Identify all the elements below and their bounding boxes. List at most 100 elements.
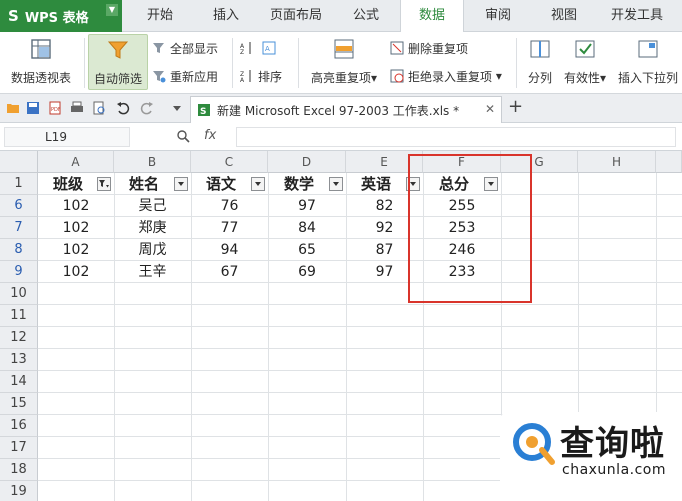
validation-button[interactable]: 有效性▾ bbox=[560, 38, 610, 86]
cell-chinese[interactable]: 94 bbox=[191, 239, 268, 261]
sort-label: 排序 bbox=[258, 69, 283, 84]
chevron-down-icon[interactable] bbox=[170, 101, 184, 115]
gridline bbox=[38, 370, 682, 371]
formula-input[interactable] bbox=[236, 127, 676, 147]
cell-name[interactable]: 周戊 bbox=[114, 239, 191, 261]
cell-math[interactable]: 84 bbox=[268, 217, 346, 239]
row-header-13[interactable]: 13 bbox=[0, 349, 38, 371]
cell-math[interactable]: 97 bbox=[268, 195, 346, 217]
cell-chinese[interactable]: 77 bbox=[191, 217, 268, 239]
row-header-6[interactable]: 6 bbox=[0, 195, 38, 217]
row-header-19[interactable]: 19 bbox=[0, 481, 38, 501]
row-header-17[interactable]: 17 bbox=[0, 437, 38, 459]
document-tab[interactable]: S 新建 Microsoft Excel 97-2003 工作表.xls * ✕ bbox=[190, 96, 502, 123]
redo-icon[interactable] bbox=[140, 101, 154, 115]
header-cell-class[interactable]: 班级 bbox=[38, 173, 98, 195]
undo-icon[interactable] bbox=[116, 101, 130, 115]
new-tab-button[interactable]: + bbox=[508, 96, 523, 117]
header-cell-math[interactable]: 数学 bbox=[268, 173, 330, 195]
column-header-d[interactable]: D bbox=[268, 151, 346, 173]
reject-duplicates-icon bbox=[390, 69, 404, 83]
split-column-button[interactable]: 分列 bbox=[522, 38, 558, 86]
row-header-1[interactable]: 1 bbox=[0, 173, 38, 195]
open-folder-icon[interactable] bbox=[6, 101, 20, 115]
sort-button[interactable]: ZA 排序 bbox=[240, 66, 282, 86]
row-header-11[interactable]: 11 bbox=[0, 305, 38, 327]
validation-icon bbox=[575, 40, 595, 58]
row-header-8[interactable]: 8 bbox=[0, 239, 38, 261]
reapply-button[interactable]: 重新应用 bbox=[152, 66, 218, 86]
row-header-10[interactable]: 10 bbox=[0, 283, 38, 305]
insert-dropdown-icon bbox=[638, 40, 658, 58]
print-preview-icon[interactable] bbox=[92, 101, 106, 115]
tab-developer[interactable]: 开发工具 bbox=[602, 0, 672, 32]
tab-formulas[interactable]: 公式 bbox=[344, 0, 388, 32]
delete-duplicates-button[interactable]: 删除重复项 bbox=[390, 38, 468, 58]
chevron-down-icon[interactable]: ▼ bbox=[106, 4, 118, 16]
tab-home[interactable]: 开始 bbox=[140, 0, 180, 32]
delete-duplicates-icon bbox=[390, 41, 404, 55]
tab-review[interactable]: 审阅 bbox=[476, 0, 520, 32]
cell-class[interactable]: 102 bbox=[38, 239, 114, 261]
ribbon-separator bbox=[298, 38, 299, 88]
column-header-c[interactable]: C bbox=[191, 151, 268, 173]
tab-view[interactable]: 视图 bbox=[542, 0, 586, 32]
gridline bbox=[38, 348, 682, 349]
svg-text:Z: Z bbox=[240, 49, 244, 55]
select-all-corner[interactable] bbox=[0, 151, 38, 173]
ribbon-separator bbox=[84, 38, 85, 88]
document-title: 新建 Microsoft Excel 97-2003 工作表.xls * bbox=[217, 103, 460, 118]
tab-insert[interactable]: 插入 bbox=[204, 0, 248, 32]
cell-math[interactable]: 65 bbox=[268, 239, 346, 261]
cell-class[interactable]: 102 bbox=[38, 217, 114, 239]
filter-active-icon[interactable] bbox=[97, 177, 111, 191]
function-icon[interactable]: fx bbox=[204, 128, 216, 143]
cell-name[interactable]: 吴己 bbox=[114, 195, 191, 217]
filter-dropdown-icon[interactable] bbox=[174, 177, 188, 191]
row-header-15[interactable]: 15 bbox=[0, 393, 38, 415]
show-all-button[interactable]: 全部显示 bbox=[152, 38, 218, 58]
save-icon[interactable] bbox=[26, 101, 40, 115]
column-header-i[interactable] bbox=[656, 151, 682, 173]
cell-class[interactable]: 102 bbox=[38, 261, 114, 283]
pivot-table-button[interactable]: 数据透视表 bbox=[4, 38, 78, 86]
tab-page-layout[interactable]: 页面布局 bbox=[264, 0, 328, 32]
sort-custom-button[interactable]: A bbox=[262, 38, 280, 58]
print-icon[interactable] bbox=[70, 101, 84, 115]
export-pdf-icon[interactable]: PDF bbox=[48, 101, 62, 115]
row-header-16[interactable]: 16 bbox=[0, 415, 38, 437]
sort-ascending-button[interactable]: AZ bbox=[240, 38, 258, 58]
header-cell-chinese[interactable]: 语文 bbox=[191, 173, 251, 195]
reject-duplicates-button[interactable]: 拒绝录入重复项 ▾ bbox=[390, 66, 502, 86]
row-header-12[interactable]: 12 bbox=[0, 327, 38, 349]
column-header-a[interactable]: A bbox=[38, 151, 114, 173]
row-header-9[interactable]: 9 bbox=[0, 261, 38, 283]
cell-math[interactable]: 69 bbox=[268, 261, 346, 283]
wps-logo-icon: S bbox=[8, 7, 19, 25]
row-header-18[interactable]: 18 bbox=[0, 459, 38, 481]
app-menu-button[interactable]: S WPS 表格 ▼ bbox=[0, 0, 122, 32]
cell-name[interactable]: 郑庚 bbox=[114, 217, 191, 239]
column-header-h[interactable]: H bbox=[578, 151, 656, 173]
tab-data[interactable]: 数据 bbox=[400, 0, 464, 33]
column-header-b[interactable]: B bbox=[114, 151, 191, 173]
zoom-icon[interactable] bbox=[176, 129, 190, 143]
filter-dropdown-icon[interactable] bbox=[329, 177, 343, 191]
cell-name[interactable]: 王辛 bbox=[114, 261, 191, 283]
cell-chinese[interactable]: 67 bbox=[191, 261, 268, 283]
close-icon[interactable]: ✕ bbox=[485, 102, 495, 116]
highlight-duplicates-button[interactable]: 高亮重复项▾ bbox=[304, 38, 384, 86]
name-box[interactable]: L19 bbox=[4, 127, 130, 147]
insert-dropdown-button[interactable]: 插入下拉列 bbox=[614, 38, 682, 86]
insert-dropdown-label: 插入下拉列 bbox=[617, 71, 678, 85]
header-cell-english[interactable]: 英语 bbox=[346, 173, 406, 195]
cell-chinese[interactable]: 76 bbox=[191, 195, 268, 217]
row-header-7[interactable]: 7 bbox=[0, 217, 38, 239]
sort-custom-icon: A bbox=[262, 41, 276, 55]
auto-filter-button[interactable]: 自动筛选 bbox=[88, 34, 148, 90]
header-cell-name[interactable]: 姓名 bbox=[114, 173, 174, 195]
filter-dropdown-icon[interactable] bbox=[251, 177, 265, 191]
svg-text:A: A bbox=[240, 77, 245, 83]
row-header-14[interactable]: 14 bbox=[0, 371, 38, 393]
cell-class[interactable]: 102 bbox=[38, 195, 114, 217]
